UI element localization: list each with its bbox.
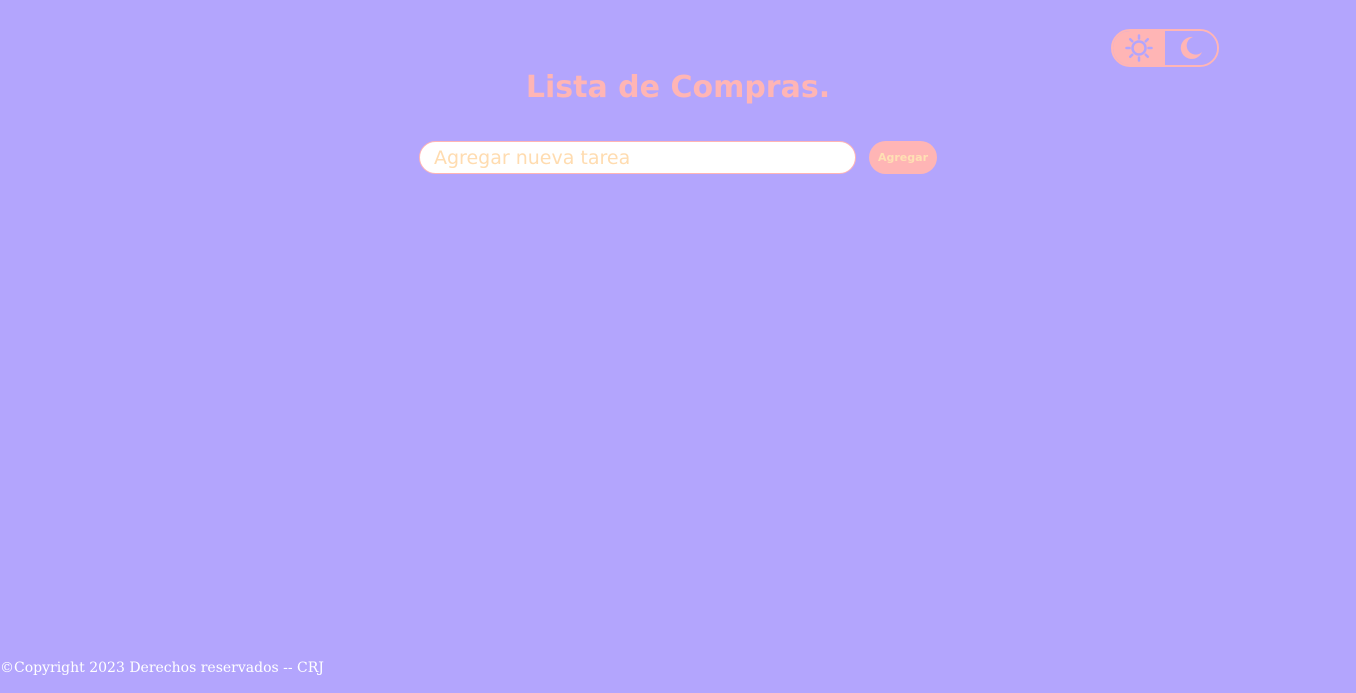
moon-icon bbox=[1180, 36, 1202, 59]
theme-toggle[interactable] bbox=[1111, 29, 1219, 67]
add-button[interactable]: Agregar bbox=[869, 141, 937, 174]
footer-copyright: ©Copyright 2023 Derechos reservados -- C… bbox=[0, 660, 324, 676]
new-task-input[interactable] bbox=[419, 141, 856, 174]
page-title: Lista de Compras. bbox=[525, 70, 831, 105]
dark-mode-button[interactable] bbox=[1165, 31, 1217, 65]
sun-icon bbox=[1125, 34, 1153, 62]
light-mode-button[interactable] bbox=[1113, 31, 1165, 65]
